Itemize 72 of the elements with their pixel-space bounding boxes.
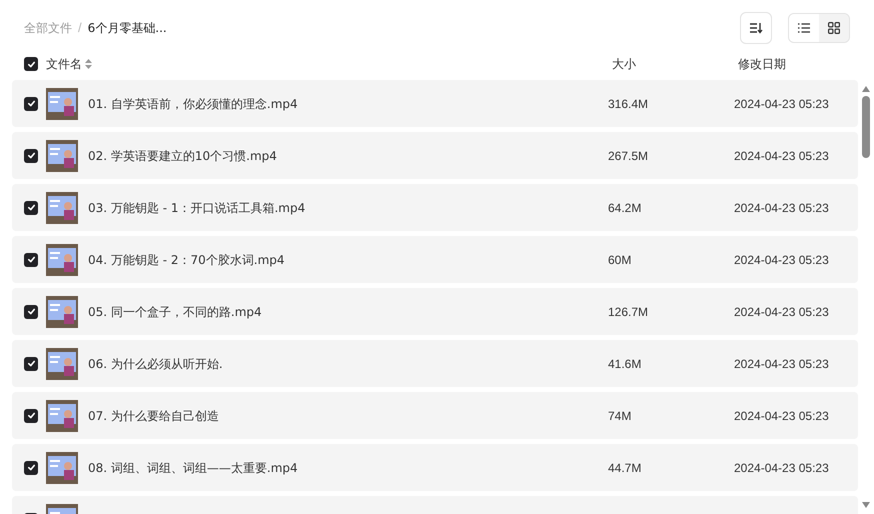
scroll-down-icon[interactable] <box>862 502 870 508</box>
checkbox[interactable] <box>24 460 38 474</box>
file-size: 267.5M <box>608 148 648 162</box>
checkmark-icon <box>26 255 36 264</box>
grid-icon <box>828 22 840 34</box>
video-thumbnail <box>46 192 78 224</box>
checkmark-icon <box>26 307 36 316</box>
modified-date: 2024-04-23 05:23 <box>734 200 829 216</box>
file-name[interactable]: 02. 学英语要建立的10个习惯.mp4 <box>88 148 277 162</box>
file-row[interactable]: 01. 自学英语前，你必须懂的理念.mp4 316.4M 2024-04-23 05:23 <box>12 80 858 127</box>
video-thumbnail <box>46 400 78 432</box>
file-row[interactable]: 07. 为什么要给自己创造 74M 2024-04-23 05:23 <box>12 392 858 439</box>
file-row[interactable]: 06. 为什么必须从听开始. 41.6M 2024-04-23 05:23 <box>12 340 858 387</box>
video-thumbnail <box>46 244 78 276</box>
column-header: 修改日期 <box>738 56 786 73</box>
column-header[interactable]: 文件名 <box>46 55 82 73</box>
file-size: 126.7M <box>608 304 648 318</box>
file-name[interactable]: 01. 自学英语前，你必须懂的理念.mp4 <box>88 96 298 110</box>
file-row[interactable]: 05. 同一个盒子，不同的路.mp4 126.7M 2024-04-23 05:23 <box>12 288 858 335</box>
video-thumbnail <box>46 348 78 380</box>
file-name[interactable]: 03. 万能钥匙 - 1：开口说话工具箱.mp4 <box>88 200 306 214</box>
checkmark-icon <box>26 203 36 212</box>
checkbox[interactable] <box>24 356 38 370</box>
file-name[interactable]: 04. 万能钥匙 - 2：70个胶水词.mp4 <box>88 252 285 266</box>
modified-date: 2024-04-23 05:23 <box>734 96 829 112</box>
checkbox[interactable] <box>24 304 38 318</box>
sort-button[interactable] <box>740 12 772 44</box>
file-row[interactable]: 03. 万能钥匙 - 1：开口说话工具箱.mp4 64.2M 2024-04-23 05:23 <box>12 184 858 231</box>
breadcrumb-separator: / <box>78 19 82 38</box>
video-thumbnail <box>46 296 78 328</box>
list-icon <box>798 23 810 33</box>
video-thumbnail <box>46 88 78 120</box>
file-name[interactable]: 06. 为什么必须从听开始. <box>88 356 223 370</box>
checkmark-icon <box>26 411 36 420</box>
modified-date: 2024-04-23 05:23 <box>734 304 829 320</box>
checkbox[interactable] <box>24 57 38 71</box>
scroll-up-icon[interactable] <box>862 86 870 92</box>
modified-date: 2024-04-23 05:23 <box>734 356 829 372</box>
checkmark-icon <box>26 99 36 108</box>
checkbox[interactable] <box>24 148 38 162</box>
video-thumbnail <box>46 140 78 172</box>
checkbox[interactable] <box>24 200 38 214</box>
file-size: 60M <box>608 252 632 266</box>
file-row[interactable]: 02. 学英语要建立的10个习惯.mp4 267.5M 2024-04-23 05:23 <box>12 132 858 179</box>
file-row[interactable]: 04. 万能钥匙 - 2：70个胶水词.mp4 60M 2024-04-23 05:23 <box>12 236 858 283</box>
sort-icon <box>749 22 763 34</box>
modified-date: 2024-04-23 05:23 <box>734 408 829 424</box>
file-size: 316.4M <box>608 96 648 110</box>
file-name[interactable]: 08. 词组、词组、词组——太重要.mp4 <box>88 460 298 474</box>
file-size: 44.7M <box>608 460 642 474</box>
file-name[interactable]: 07. 为什么要给自己创造 <box>88 408 219 422</box>
checkbox[interactable] <box>24 408 38 422</box>
file-size: 74M <box>608 408 632 422</box>
column-header: 大小 <box>612 56 637 73</box>
breadcrumb-item: 6个月零基础... <box>88 20 167 37</box>
checkbox[interactable] <box>24 96 38 110</box>
checkmark-icon <box>26 60 36 68</box>
checkmark-icon <box>26 463 36 472</box>
modified-date: 2024-04-23 05:23 <box>734 460 829 476</box>
scrollbar-thumb[interactable] <box>862 96 870 158</box>
file-name[interactable]: 05. 同一个盒子，不同的路.mp4 <box>88 304 262 318</box>
video-thumbnail <box>46 452 78 484</box>
checkbox[interactable] <box>24 252 38 266</box>
checkmark-icon <box>26 151 36 160</box>
sort-arrows-icon[interactable] <box>85 59 92 69</box>
list-view-button[interactable] <box>789 14 819 42</box>
file-size: 64.2M <box>608 200 642 214</box>
modified-date: 2024-04-23 05:23 <box>734 252 829 268</box>
file-row[interactable]: 08. 词组、词组、词组——太重要.mp4 44.7M 2024-04-23 05:23 <box>12 444 858 491</box>
modified-date: 2024-04-23 05:23 <box>734 148 829 164</box>
file-size: 41.6M <box>608 356 642 370</box>
checkmark-icon <box>26 359 36 368</box>
